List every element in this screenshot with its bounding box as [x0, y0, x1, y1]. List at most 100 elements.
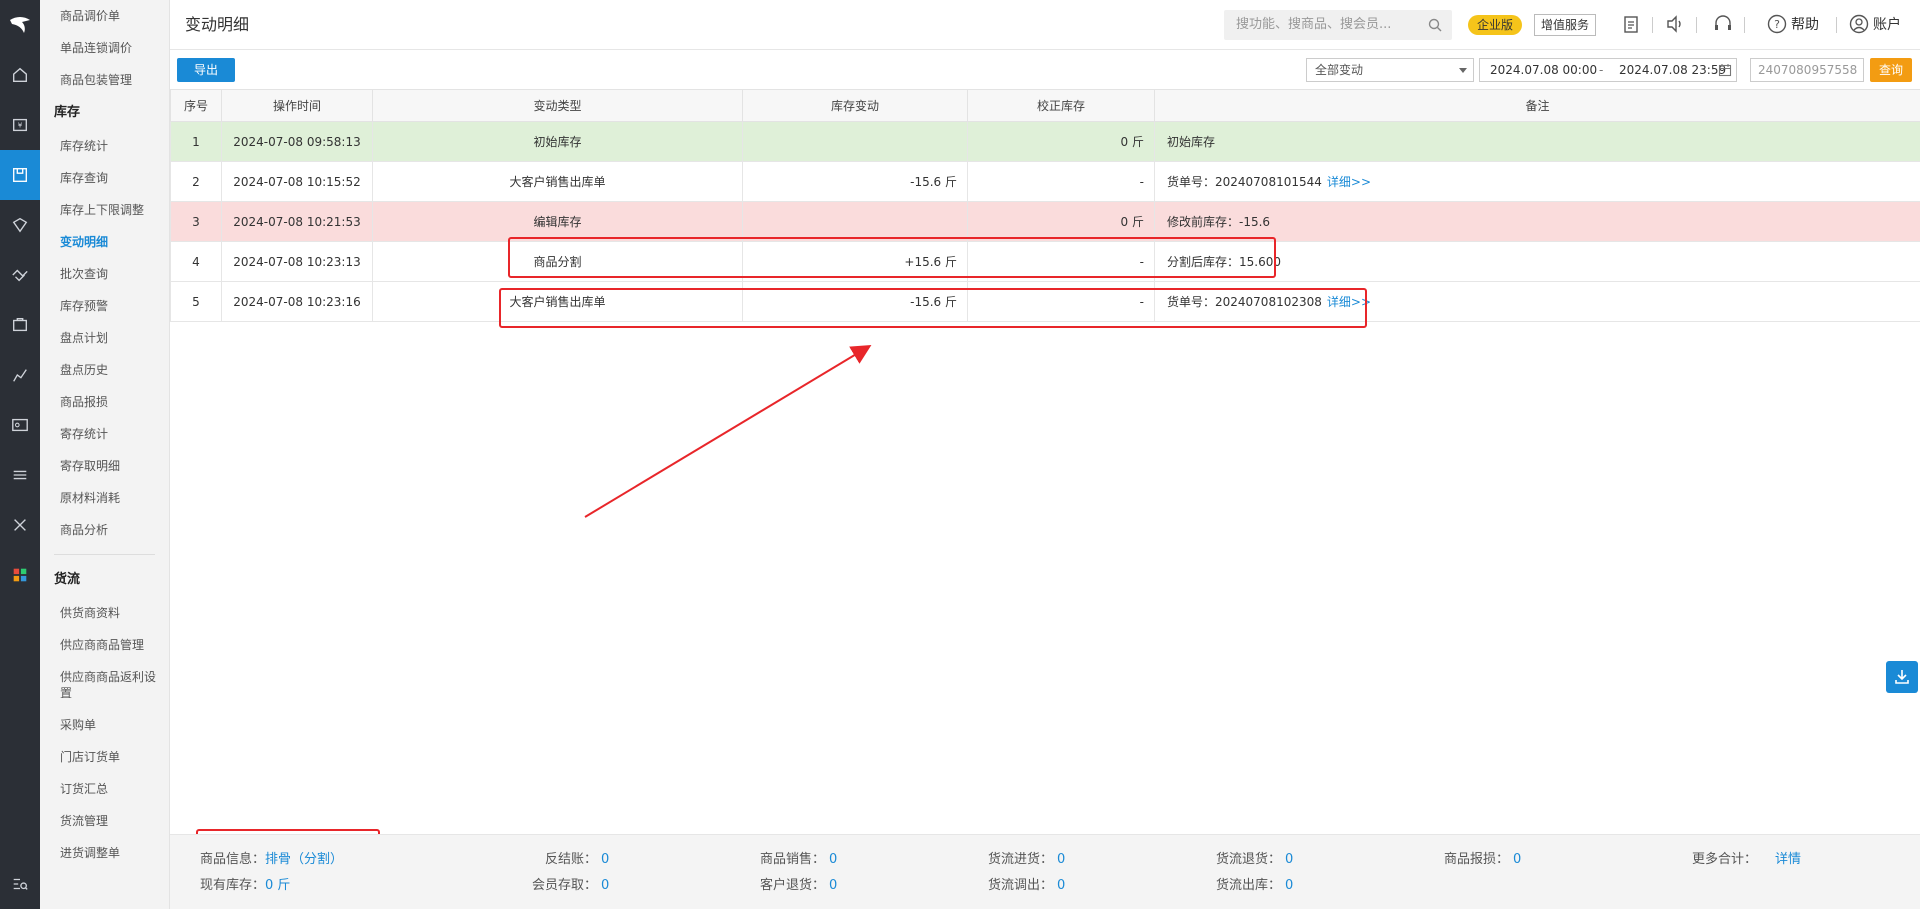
sidebar-item-logistics[interactable]: 供应商商品管理	[40, 629, 169, 661]
sidebar-item-inventory[interactable]: 库存统计	[40, 130, 169, 162]
table-row[interactable]: 2 2024-07-08 10:15:52 大客户销售出库单 -15.6 斤 -…	[170, 161, 1920, 202]
flow-in-stat: 货流进货： 0	[988, 848, 1065, 867]
clipboard-icon[interactable]	[1620, 13, 1642, 39]
stat-label: 商品报损：	[1444, 852, 1510, 867]
stat-value[interactable]: 0	[1285, 852, 1293, 867]
help-icon[interactable]: ?	[1766, 13, 1788, 39]
sidebar-item-inventory[interactable]: 库存预警	[40, 290, 169, 322]
download-float-button[interactable]	[1886, 661, 1918, 693]
date-end[interactable]: 2024.07.08 23:59	[1619, 59, 1726, 81]
note-text: 初始库存	[1167, 135, 1216, 149]
cell-type: 商品分割	[372, 241, 743, 282]
detail-link[interactable]: 详细>>	[1327, 295, 1371, 309]
sidebar-divider	[54, 554, 155, 555]
menu-search-icon[interactable]	[0, 859, 40, 909]
date-range-picker[interactable]: 2024.07.08 00:00 - 2024.07.08 23:59	[1479, 58, 1737, 82]
sidebar-item-logistics[interactable]: 采购单	[40, 709, 169, 741]
flow-transfer-stat: 货流调出： 0	[988, 874, 1065, 893]
product-info-value[interactable]: 排骨（分割）	[265, 852, 343, 867]
headset-service-icon[interactable]	[1712, 13, 1734, 39]
change-type-select[interactable]: 全部变动	[1306, 58, 1474, 82]
current-stock-value[interactable]: 0 斤	[265, 878, 290, 893]
stat-value[interactable]: 0	[829, 878, 837, 893]
column-header: 操作时间	[221, 89, 373, 122]
date-start[interactable]: 2024.07.08 00:00	[1490, 59, 1597, 81]
id-card-icon[interactable]	[0, 400, 40, 450]
table-row[interactable]: 4 2024-07-08 10:23:13 商品分割 +15.6 斤 - 分割后…	[170, 241, 1920, 282]
report-chart-icon[interactable]	[0, 350, 40, 400]
sidebar-item-inventory[interactable]: 库存上下限调整	[40, 194, 169, 226]
home-icon[interactable]	[0, 50, 40, 100]
sidebar-section-logistics[interactable]: 货流	[40, 563, 169, 597]
stat-value[interactable]: 0	[1513, 852, 1521, 867]
sidebar-item-logistics[interactable]: 进货调整单	[40, 837, 169, 869]
stat-value[interactable]: 0	[1057, 852, 1065, 867]
cell-no: 5	[170, 281, 222, 322]
cell-note: 货单号：20240708102308 详细>>	[1154, 281, 1920, 322]
table-row[interactable]: 5 2024-07-08 10:23:16 大客户销售出库单 -15.6 斤 -…	[170, 281, 1920, 322]
stat-label: 商品信息：	[200, 852, 266, 867]
logistics-icon[interactable]	[0, 300, 40, 350]
sidebar-item-change-detail[interactable]: 变动明细	[40, 226, 169, 258]
sidebar-item-inventory[interactable]: 商品报损	[40, 386, 169, 418]
sidebar-item-package[interactable]: 商品包装管理	[40, 64, 169, 96]
member-icon[interactable]	[0, 200, 40, 250]
sidebar-item-inventory[interactable]: 寄存统计	[40, 418, 169, 450]
search-icon[interactable]	[1428, 18, 1442, 36]
order-number-input[interactable]: 2407080957558	[1750, 58, 1864, 82]
account-icon[interactable]	[1848, 13, 1870, 39]
cell-note: 货单号：20240708101544 详细>>	[1154, 161, 1920, 202]
inventory-icon[interactable]	[0, 150, 40, 200]
left-rail: ¥	[0, 0, 40, 909]
sales-stat: 商品销售： 0	[760, 848, 837, 867]
stat-label: 更多合计：	[1692, 852, 1758, 867]
apps-grid-icon[interactable]	[0, 550, 40, 600]
global-search-input[interactable]: 搜功能、搜商品、搜会员...	[1224, 10, 1452, 40]
export-button[interactable]: 导出	[177, 58, 235, 82]
sidebar-item-logistics[interactable]: 货流管理	[40, 805, 169, 837]
stat-value[interactable]: 0	[601, 852, 609, 867]
sidebar-item-inventory[interactable]: 盘点历史	[40, 354, 169, 386]
table-row[interactable]: 3 2024-07-08 10:21:53 编辑库存 0 斤 修改前库存：-15…	[170, 201, 1920, 242]
sidebar-item-inventory[interactable]: 批次查询	[40, 258, 169, 290]
cell-note: 修改前库存：-15.6	[1154, 201, 1920, 242]
sidebar-item-logistics[interactable]: 订货汇总	[40, 773, 169, 805]
stat-value[interactable]: 0	[829, 852, 837, 867]
sidebar-item-inventory[interactable]: 寄存取明细	[40, 450, 169, 482]
change-type-value: 全部变动	[1315, 63, 1364, 77]
sidebar-item-inventory[interactable]: 库存查询	[40, 162, 169, 194]
sidebar-item-inventory[interactable]: 原材料消耗	[40, 482, 169, 514]
sidebar-item-logistics[interactable]: 供应商商品返利设置	[40, 661, 169, 709]
stat-value[interactable]: 0	[601, 878, 609, 893]
value-added-button[interactable]: 增值服务	[1534, 14, 1597, 36]
calendar-icon[interactable]	[1718, 63, 1732, 80]
more-detail-link[interactable]: 详情	[1775, 852, 1801, 867]
account-link[interactable]: 账户	[1873, 0, 1901, 50]
tools-icon[interactable]	[0, 500, 40, 550]
query-button[interactable]: 查询	[1870, 58, 1912, 82]
sidebar-section-inventory[interactable]: 库存	[40, 96, 169, 130]
sidebar-item-inventory[interactable]: 盘点计划	[40, 322, 169, 354]
app-logo-icon[interactable]	[0, 0, 40, 50]
cell-time: 2024-07-08 10:23:16	[221, 281, 373, 322]
damage-stat: 商品报损： 0	[1444, 848, 1521, 867]
sidebar-item-price-adjust[interactable]: 商品调价单	[40, 0, 169, 32]
cashier-icon[interactable]: ¥	[0, 100, 40, 150]
detail-link[interactable]: 详细>>	[1327, 175, 1371, 189]
stat-value[interactable]: 0	[1285, 878, 1293, 893]
flow-return-stat: 货流退货： 0	[1216, 848, 1293, 867]
speaker-icon[interactable]	[1664, 13, 1686, 39]
sidebar: 商品调价单 单品连锁调价 商品包装管理 库存 库存统计 库存查询 库存上下限调整…	[40, 0, 170, 909]
enterprise-badge[interactable]: 企业版	[1468, 15, 1523, 35]
sidebar-item-logistics[interactable]: 供货商资料	[40, 597, 169, 629]
stat-value[interactable]: 0	[1057, 878, 1065, 893]
sidebar-item-chain-price[interactable]: 单品连锁调价	[40, 32, 169, 64]
table-row[interactable]: 1 2024-07-08 09:58:13 初始库存 0 斤 初始库存	[170, 121, 1920, 162]
note-text: 分割后库存：15.600	[1167, 255, 1281, 269]
sidebar-item-inventory[interactable]: 商品分析	[40, 514, 169, 546]
svg-text:?: ?	[1774, 18, 1780, 31]
help-link[interactable]: 帮助	[1791, 0, 1819, 50]
handshake-icon[interactable]	[0, 250, 40, 300]
settings-sliders-icon[interactable]	[0, 450, 40, 500]
sidebar-item-logistics[interactable]: 门店订货单	[40, 741, 169, 773]
